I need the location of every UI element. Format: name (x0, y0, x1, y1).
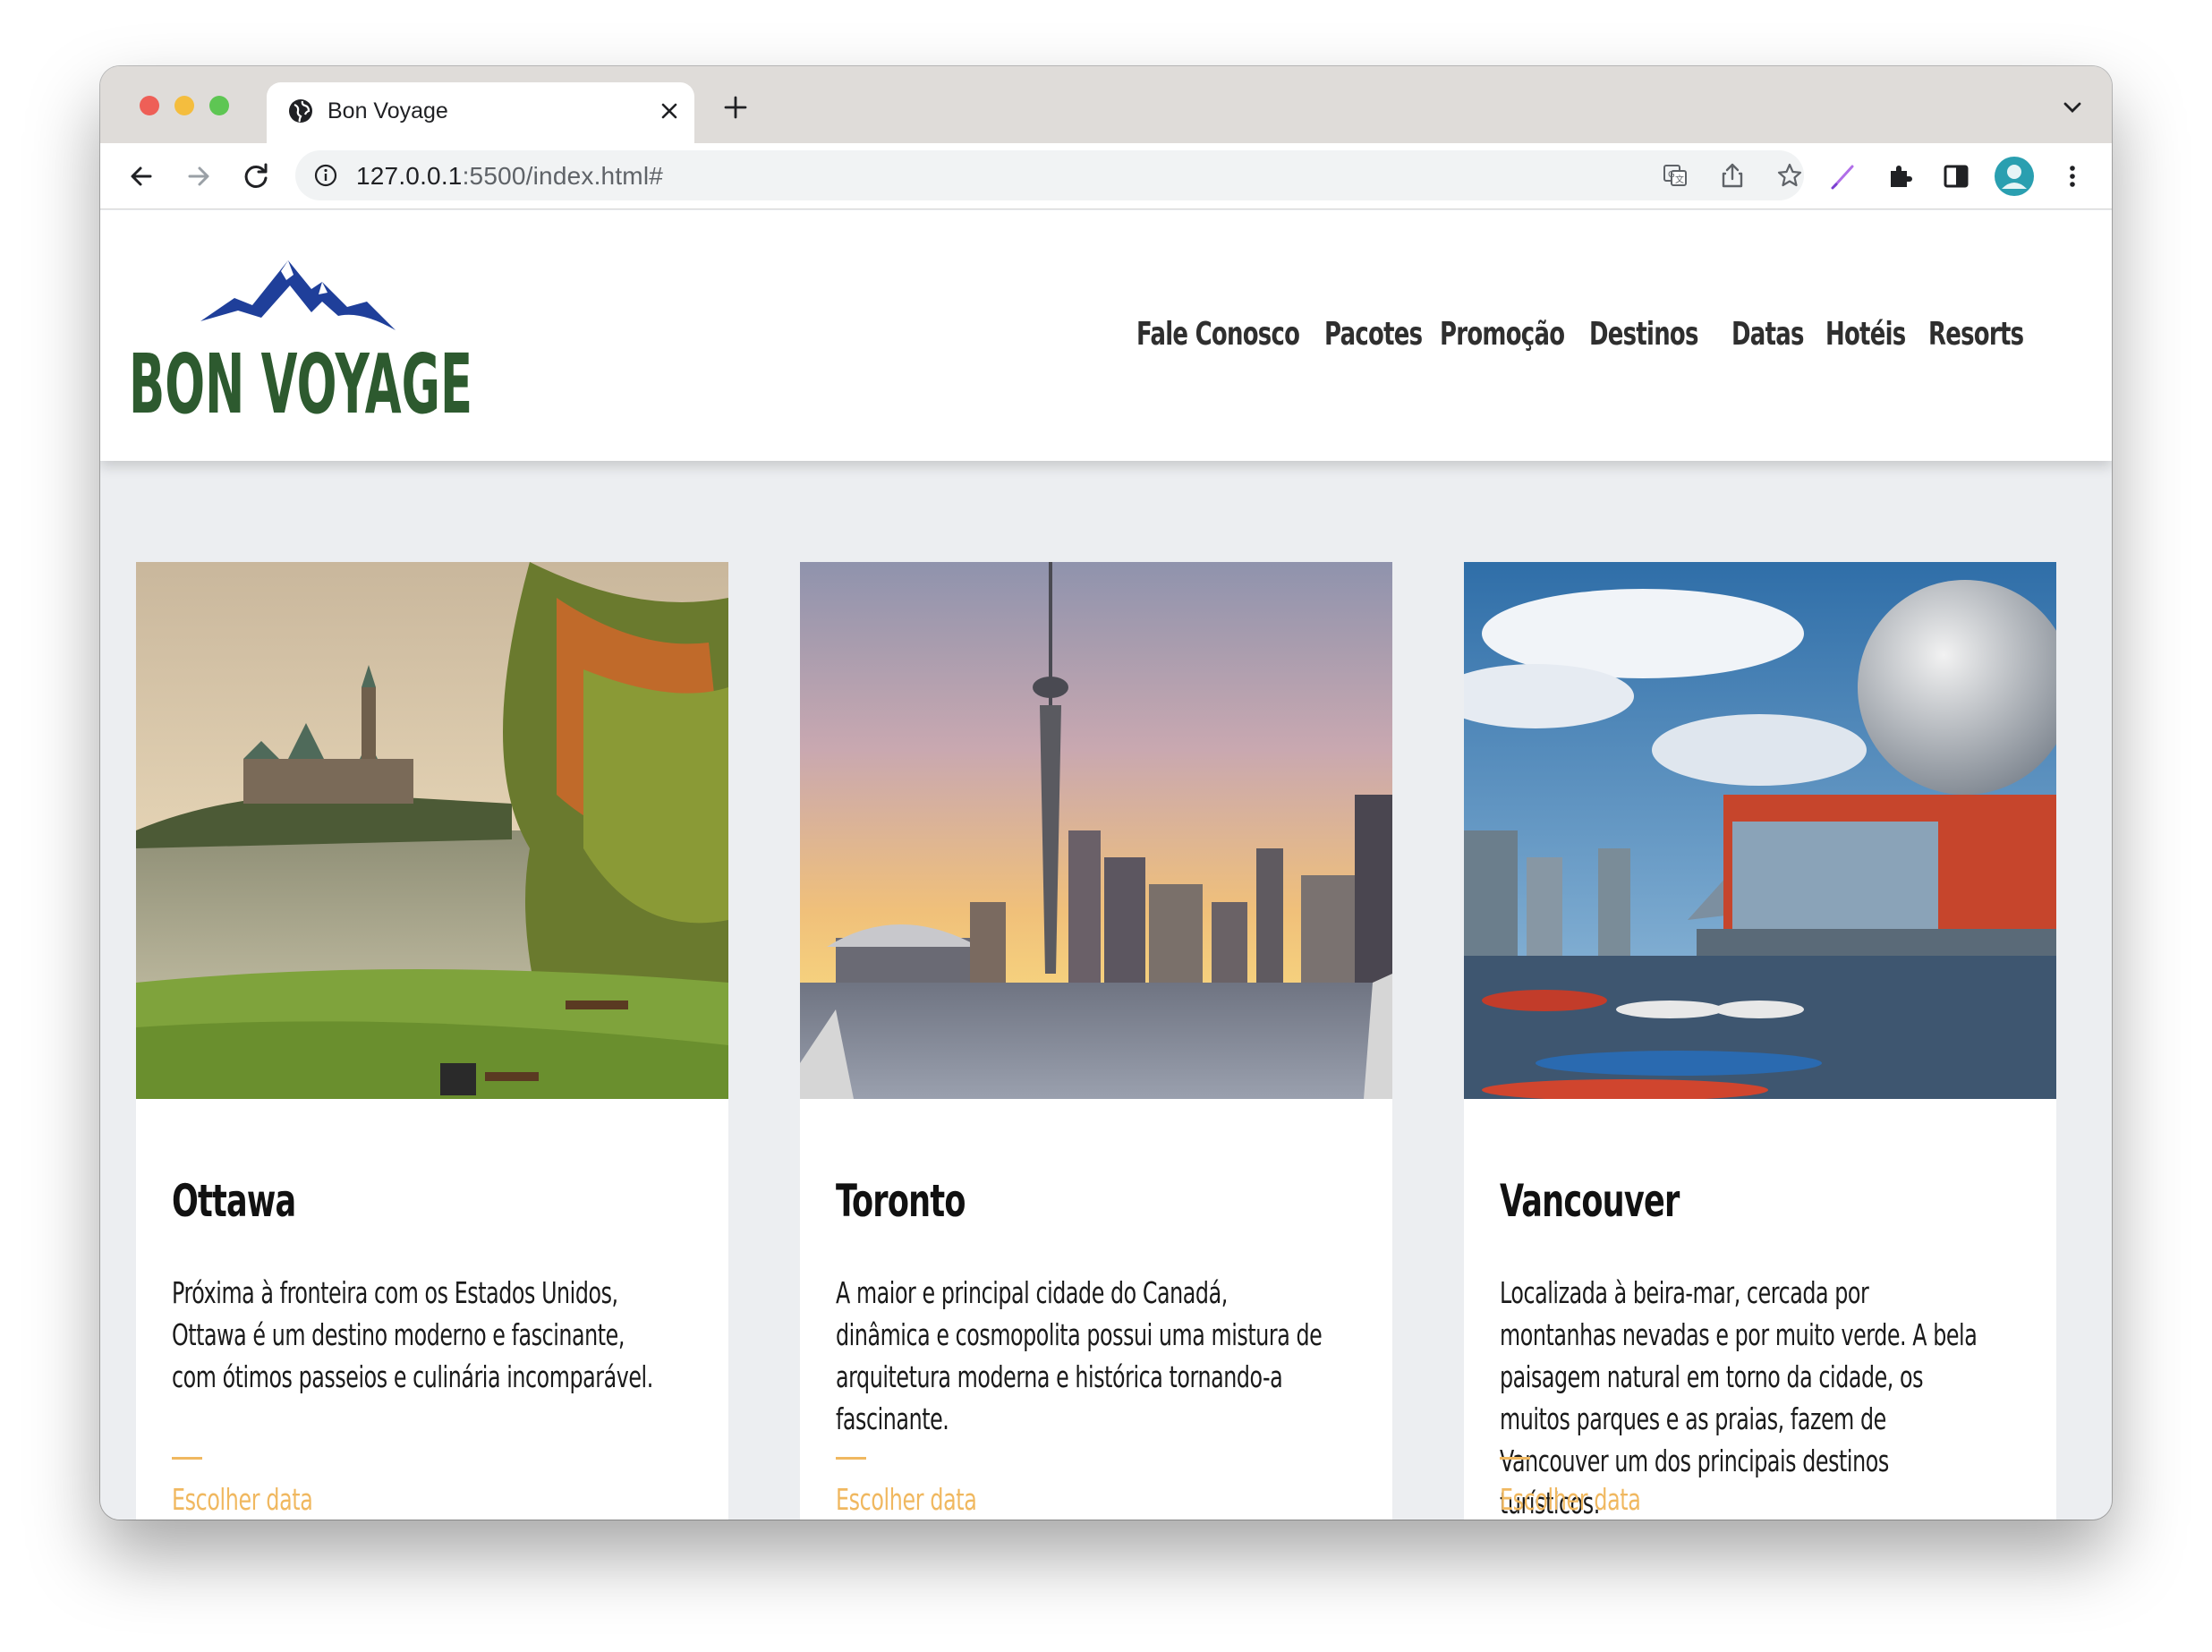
browser-tab[interactable]: Bon Voyage (267, 82, 694, 143)
profile-avatar[interactable] (1994, 156, 2035, 197)
ottawa-image (136, 562, 728, 1099)
card-description: Próxima à fronteira com os Estados Unido… (172, 1275, 653, 1394)
choose-date-link[interactable]: Escolher data (172, 1482, 313, 1517)
address-bar[interactable]: 127.0.0.1:5500/index.html# G 文 (295, 150, 1804, 200)
tab-title: Bon Voyage (328, 98, 448, 123)
browser-toolbar: 127.0.0.1:5500/index.html# G 文 (100, 143, 2112, 209)
new-tab-icon[interactable] (721, 93, 750, 122)
close-tab-icon[interactable] (655, 97, 684, 125)
destination-card-ottawa: Ottawa Próxima à fronteira com os Estado… (136, 562, 728, 1520)
toronto-image (800, 562, 1392, 1099)
minimize-window-button[interactable] (174, 96, 194, 115)
accent-divider (172, 1457, 202, 1460)
back-arrow-icon[interactable] (125, 160, 157, 192)
destination-card-vancouver: Vancouver Localizada à beira-mar, cercad… (1464, 562, 2056, 1520)
globe-icon (289, 99, 312, 123)
svg-text:BON VOYAGE: BON VOYAGE (129, 336, 472, 422)
nav-pacotes[interactable]: Pacotes (1324, 316, 1423, 353)
info-icon[interactable] (313, 163, 338, 188)
nav-destinos[interactable]: Destinos (1589, 316, 1698, 353)
side-panel-icon[interactable] (1940, 160, 1972, 192)
bookmark-star-icon[interactable] (1775, 161, 1804, 190)
nav-datas[interactable]: Datas (1731, 316, 1804, 353)
chevron-down-icon[interactable] (2060, 95, 2085, 120)
nav-promocao[interactable]: Promoção (1440, 316, 1565, 353)
pen-extension-icon[interactable] (1827, 160, 1859, 192)
reload-icon[interactable] (240, 160, 272, 192)
maximize-window-button[interactable] (209, 96, 229, 115)
card-title: Vancouver (1500, 1175, 1680, 1227)
card-description: A maior e principal cidade do Canadá, di… (836, 1275, 1323, 1436)
nav-resorts[interactable]: Resorts (1928, 316, 2024, 353)
destination-card-toronto: Toronto A maior e principal cidade do Ca… (800, 562, 1392, 1520)
page-viewport: BON VOYAGE Fale Conosco Pacotes Promoção… (100, 210, 2112, 1520)
browser-window: Bon Voyage 127.0.0.1:5500/index.html# G … (100, 66, 2112, 1520)
svg-text:文: 文 (1675, 174, 1684, 185)
tab-strip: Bon Voyage (100, 66, 2112, 143)
card-title: Ottawa (172, 1175, 296, 1227)
extensions-puzzle-icon[interactable] (1884, 160, 1917, 192)
bon-voyage-logo[interactable]: BON VOYAGE (127, 243, 476, 422)
forward-arrow-icon[interactable] (183, 160, 215, 192)
translate-icon[interactable]: G 文 (1661, 161, 1689, 190)
choose-date-link[interactable]: Escolher data (836, 1482, 977, 1517)
share-icon[interactable] (1718, 161, 1747, 190)
svg-text:G: G (1668, 170, 1675, 180)
more-menu-icon[interactable] (2056, 160, 2089, 192)
card-title: Toronto (836, 1175, 966, 1227)
accent-divider (836, 1457, 866, 1460)
accent-divider (1500, 1457, 1530, 1460)
main-nav: Fale Conosco Pacotes Promoção Destinos D… (1136, 316, 2085, 361)
vancouver-image (1464, 562, 2056, 1099)
nav-fale-conosco[interactable]: Fale Conosco (1136, 316, 1300, 353)
site-header: BON VOYAGE Fale Conosco Pacotes Promoção… (100, 210, 2112, 461)
nav-hoteis[interactable]: Hotéis (1825, 316, 1906, 353)
choose-date-link[interactable]: Escolher data (1500, 1482, 1641, 1517)
close-window-button[interactable] (140, 96, 159, 115)
url-text: 127.0.0.1:5500/index.html# (356, 162, 664, 190)
